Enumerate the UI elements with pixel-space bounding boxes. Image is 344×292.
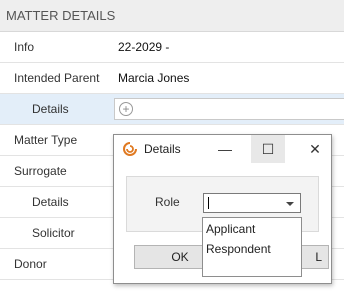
close-icon[interactable]: ✕ bbox=[298, 135, 332, 163]
parent-details-field[interactable]: + bbox=[114, 98, 344, 120]
surrogate-label: Surrogate bbox=[14, 164, 67, 178]
app-swirl-icon bbox=[123, 142, 137, 156]
plus-circle-icon[interactable]: + bbox=[119, 102, 133, 116]
text-caret bbox=[208, 197, 209, 209]
parent-details-label: Details bbox=[32, 102, 69, 116]
cancel-button-label: L bbox=[315, 250, 322, 264]
role-label: Role bbox=[155, 195, 180, 209]
solicitor-label: Solicitor bbox=[32, 226, 75, 240]
row-intended-parent: Intended Parent Marcia Jones bbox=[0, 63, 344, 94]
role-select[interactable] bbox=[203, 193, 301, 213]
info-value: 22-2029 - bbox=[118, 40, 170, 54]
info-label: Info bbox=[14, 40, 35, 54]
intended-parent-label: Intended Parent bbox=[14, 71, 100, 85]
page-title: MATTER DETAILS bbox=[6, 8, 116, 23]
matter-type-label: Matter Type bbox=[14, 133, 78, 147]
role-dropdown-list: Applicant Respondent bbox=[202, 217, 302, 277]
details-dialog: Details — ☐ ✕ Role Applicant Respondent … bbox=[113, 134, 332, 284]
role-option-applicant[interactable]: Applicant bbox=[206, 220, 255, 238]
row-parent-details[interactable]: Details + bbox=[0, 94, 344, 125]
minimize-icon[interactable]: — bbox=[208, 135, 242, 163]
matter-details-header: MATTER DETAILS bbox=[0, 0, 344, 32]
surrogate-details-label: Details bbox=[32, 195, 69, 209]
intended-parent-value: Marcia Jones bbox=[118, 71, 190, 85]
row-info: Info 22-2029 - bbox=[0, 32, 344, 63]
chevron-down-icon[interactable] bbox=[286, 202, 294, 206]
donor-label: Donor bbox=[14, 257, 47, 271]
dialog-titlebar[interactable]: Details — ☐ ✕ bbox=[114, 135, 331, 163]
maximize-icon[interactable]: ☐ bbox=[251, 135, 285, 163]
role-option-respondent[interactable]: Respondent bbox=[206, 240, 271, 258]
dialog-title: Details bbox=[144, 142, 181, 156]
